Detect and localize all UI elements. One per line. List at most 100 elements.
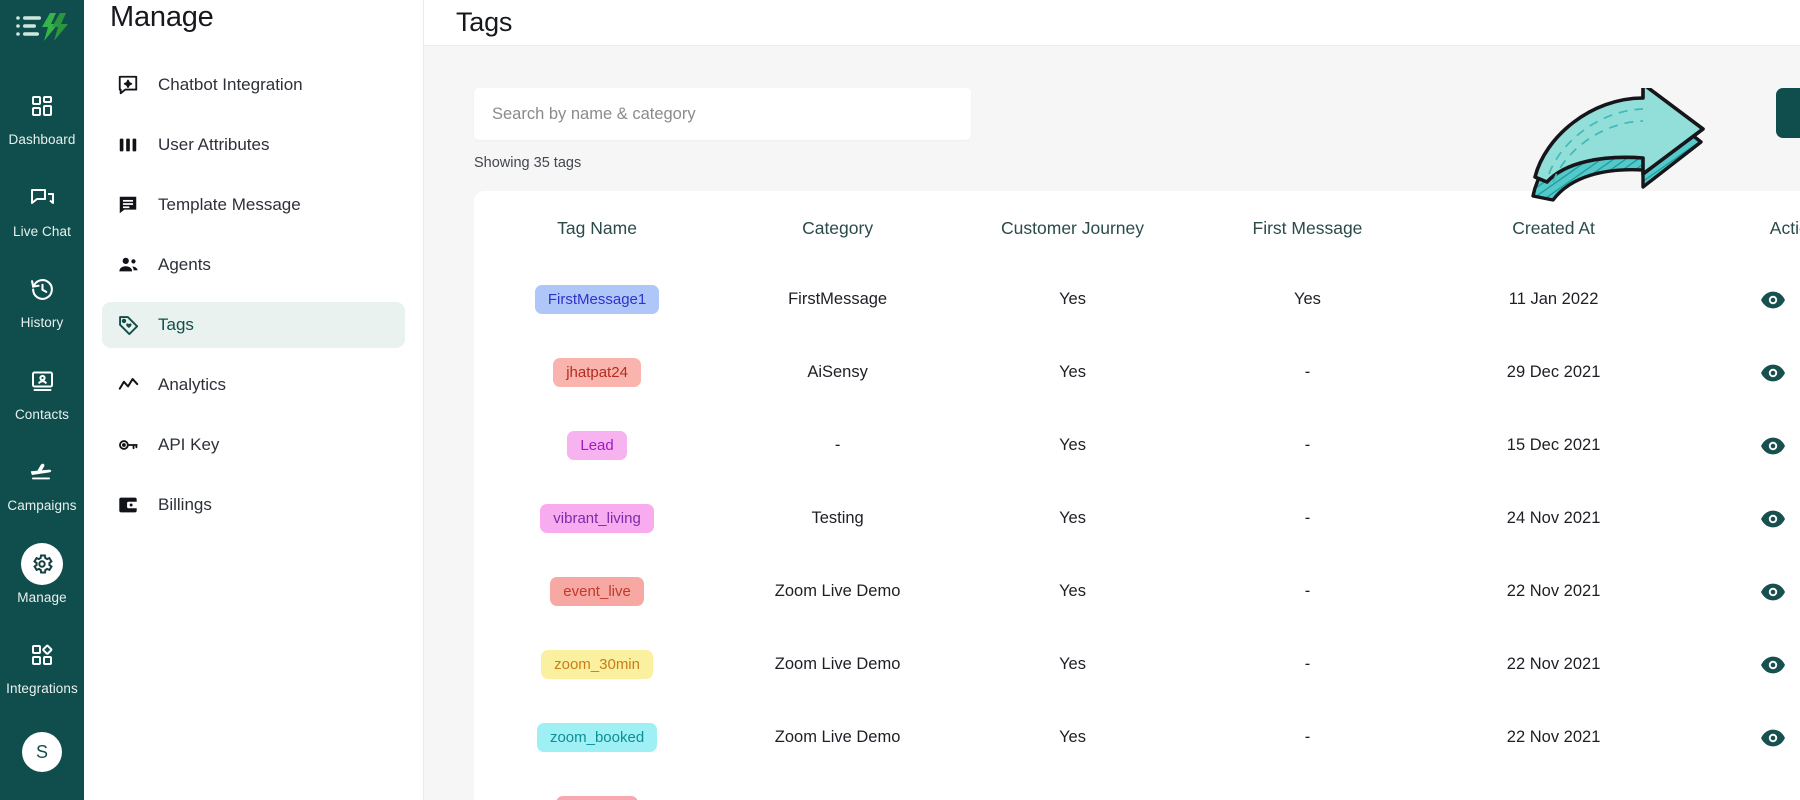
row-actions <box>1682 653 1800 676</box>
gear-icon <box>21 542 63 585</box>
sidebar-item-agents[interactable]: Agents <box>102 242 405 288</box>
app-logo[interactable] <box>0 0 84 50</box>
contacts-icon <box>21 360 63 402</box>
eye-icon[interactable] <box>1760 728 1786 748</box>
avatar[interactable]: S <box>22 732 62 772</box>
table-row: vibrant_living Testing Yes - 24 Nov 2021 <box>474 482 1800 555</box>
cell-category: Testing <box>811 509 864 527</box>
cell-action <box>1682 409 1800 482</box>
sidebar-item-label: Agents <box>158 255 211 274</box>
puzzle-icon <box>21 634 63 676</box>
eye-icon[interactable] <box>1760 655 1786 675</box>
sidebar-item-template-message[interactable]: Template Message <box>102 182 405 228</box>
eye-icon[interactable] <box>1760 582 1786 602</box>
cell-created-at: 29 Dec 2021 <box>1506 363 1601 381</box>
column-header-first-message[interactable]: First Message <box>1190 191 1425 263</box>
tag-chip[interactable]: zoom_booked <box>536 723 658 752</box>
eye-icon[interactable] <box>1760 290 1786 310</box>
eye-icon[interactable] <box>1760 509 1786 529</box>
sidebar-item-chatbot-integration[interactable]: Chatbot Integration <box>102 62 405 108</box>
tag-chip[interactable]: zoom_30min <box>541 650 653 679</box>
row-actions <box>1682 361 1800 384</box>
sidebar-item-user-attributes[interactable]: User Attributes <box>102 122 405 168</box>
row-actions <box>1682 507 1800 530</box>
cell-customer-journey: Yes <box>1059 582 1086 600</box>
tag-chip[interactable]: event_live <box>550 577 644 606</box>
cell-first-message: - <box>1304 655 1311 673</box>
cell-tag-name: zoom_30min <box>474 628 720 701</box>
key-icon <box>116 433 140 457</box>
table-row: jhatpat24 AiSensy Yes - 29 Dec 2021 <box>474 336 1800 409</box>
cell-action <box>1682 701 1800 774</box>
sidebar-item-contacts[interactable]: Contacts <box>0 351 84 431</box>
table-head: Tag Name Category Customer Journey First… <box>474 191 1800 263</box>
cell-tag-name: Lead <box>474 409 720 482</box>
create-button[interactable]: + Create <box>1775 88 1800 138</box>
sidebar-item-label: Campaigns <box>7 498 77 513</box>
primary-sidebar-items: Dashboard Live Chat History Contacts Cam… <box>0 76 84 717</box>
cell-first-message: - <box>1304 363 1311 381</box>
cell-first-message: - <box>1304 436 1311 454</box>
tags-table-card: Tag Name Category Customer Journey First… <box>474 191 1800 800</box>
tag-chip[interactable]: LinkedIn <box>555 796 639 800</box>
eye-icon[interactable] <box>1760 363 1786 383</box>
cell-customer-journey: Yes <box>955 774 1190 800</box>
sidebar-item-manage[interactable]: Manage <box>0 534 84 614</box>
column-header-action: Action <box>1769 218 1800 238</box>
toolbar <box>474 88 1800 140</box>
cell-category: - <box>834 436 841 454</box>
row-actions <box>1682 726 1800 749</box>
sidebar-item-label: Live Chat <box>13 223 71 239</box>
cell-first-message: Yes <box>1294 290 1321 308</box>
page-header: Tags <box>424 0 1800 46</box>
sidebar-item-live-chat[interactable]: Live Chat <box>0 168 84 248</box>
column-header-category[interactable]: Category <box>720 191 955 263</box>
tag-chip[interactable]: jhatpat24 <box>553 358 641 387</box>
table-body: FirstMessage1 FirstMessage Yes Yes 11 Jan 20… <box>474 263 1800 800</box>
column-header-customer-journey[interactable]: Customer Journey <box>955 191 1190 263</box>
cell-tag-name: event_live <box>474 555 720 628</box>
tag-chip[interactable]: vibrant_living <box>540 504 654 533</box>
cell-customer-journey: Yes <box>1059 728 1086 746</box>
sidebar-item-integrations[interactable]: Integrations <box>0 625 84 705</box>
grid-icon <box>21 85 63 127</box>
eye-icon[interactable] <box>1760 436 1786 456</box>
table-row: LinkedIn Live DemoYes-21 Nov 2021 <box>474 774 1800 800</box>
cell-tag-name: LinkedIn <box>474 774 720 800</box>
sidebar-item-label: Analytics <box>158 375 227 394</box>
tag-chip[interactable]: FirstMessage1 <box>534 285 660 314</box>
content-area: Showing 35 tags + Create <box>424 46 1800 800</box>
cell-action <box>1682 263 1800 336</box>
sidebar-item-label: Tags <box>158 315 194 334</box>
tag-chip[interactable]: Lead <box>567 431 627 460</box>
sidebar-item-analytics[interactable]: Analytics <box>102 362 405 408</box>
search-input[interactable] <box>474 88 971 140</box>
template-message-icon <box>116 193 140 217</box>
wallet-icon <box>116 493 140 517</box>
agents-icon <box>116 253 140 277</box>
cell-first-message: - <box>1304 509 1311 527</box>
cell-created-at: 22 Nov 2021 <box>1506 728 1601 746</box>
search-container <box>474 88 971 140</box>
sidebar-item-label: Dashboard <box>8 132 76 147</box>
sidebar-item-dashboard[interactable]: Dashboard <box>0 76 84 156</box>
page-title: Tags <box>456 7 513 37</box>
table-header-row: Tag Name Category Customer Journey First… <box>474 191 1800 263</box>
cell-category: AiSensy <box>807 363 868 381</box>
column-header-created-at[interactable]: Created At <box>1425 191 1682 263</box>
table-row: FirstMessage1 FirstMessage Yes Yes 11 Jan 20… <box>474 263 1800 336</box>
row-actions <box>1682 288 1800 311</box>
cell-action <box>1682 482 1800 555</box>
cell-customer-journey: Yes <box>1059 436 1086 454</box>
sidebar-item-history[interactable]: History <box>0 259 84 339</box>
sidebar-item-tags[interactable]: Tags <box>102 302 405 348</box>
cell-action <box>1682 774 1800 800</box>
sidebar-item-api-key[interactable]: API Key <box>102 422 405 468</box>
sidebar-item-billings[interactable]: Billings <box>102 482 405 528</box>
secondary-sidebar: Manage Chatbot Integration User Attribut… <box>84 0 424 800</box>
primary-sidebar: Dashboard Live Chat History Contacts Cam… <box>0 0 84 800</box>
sidebar-item-campaigns[interactable]: Campaigns <box>0 442 84 522</box>
column-header-tag-name[interactable]: Tag Name <box>474 191 720 263</box>
cell-category: Zoom Live Demo <box>774 582 901 600</box>
cell-customer-journey: Yes <box>1059 290 1086 308</box>
